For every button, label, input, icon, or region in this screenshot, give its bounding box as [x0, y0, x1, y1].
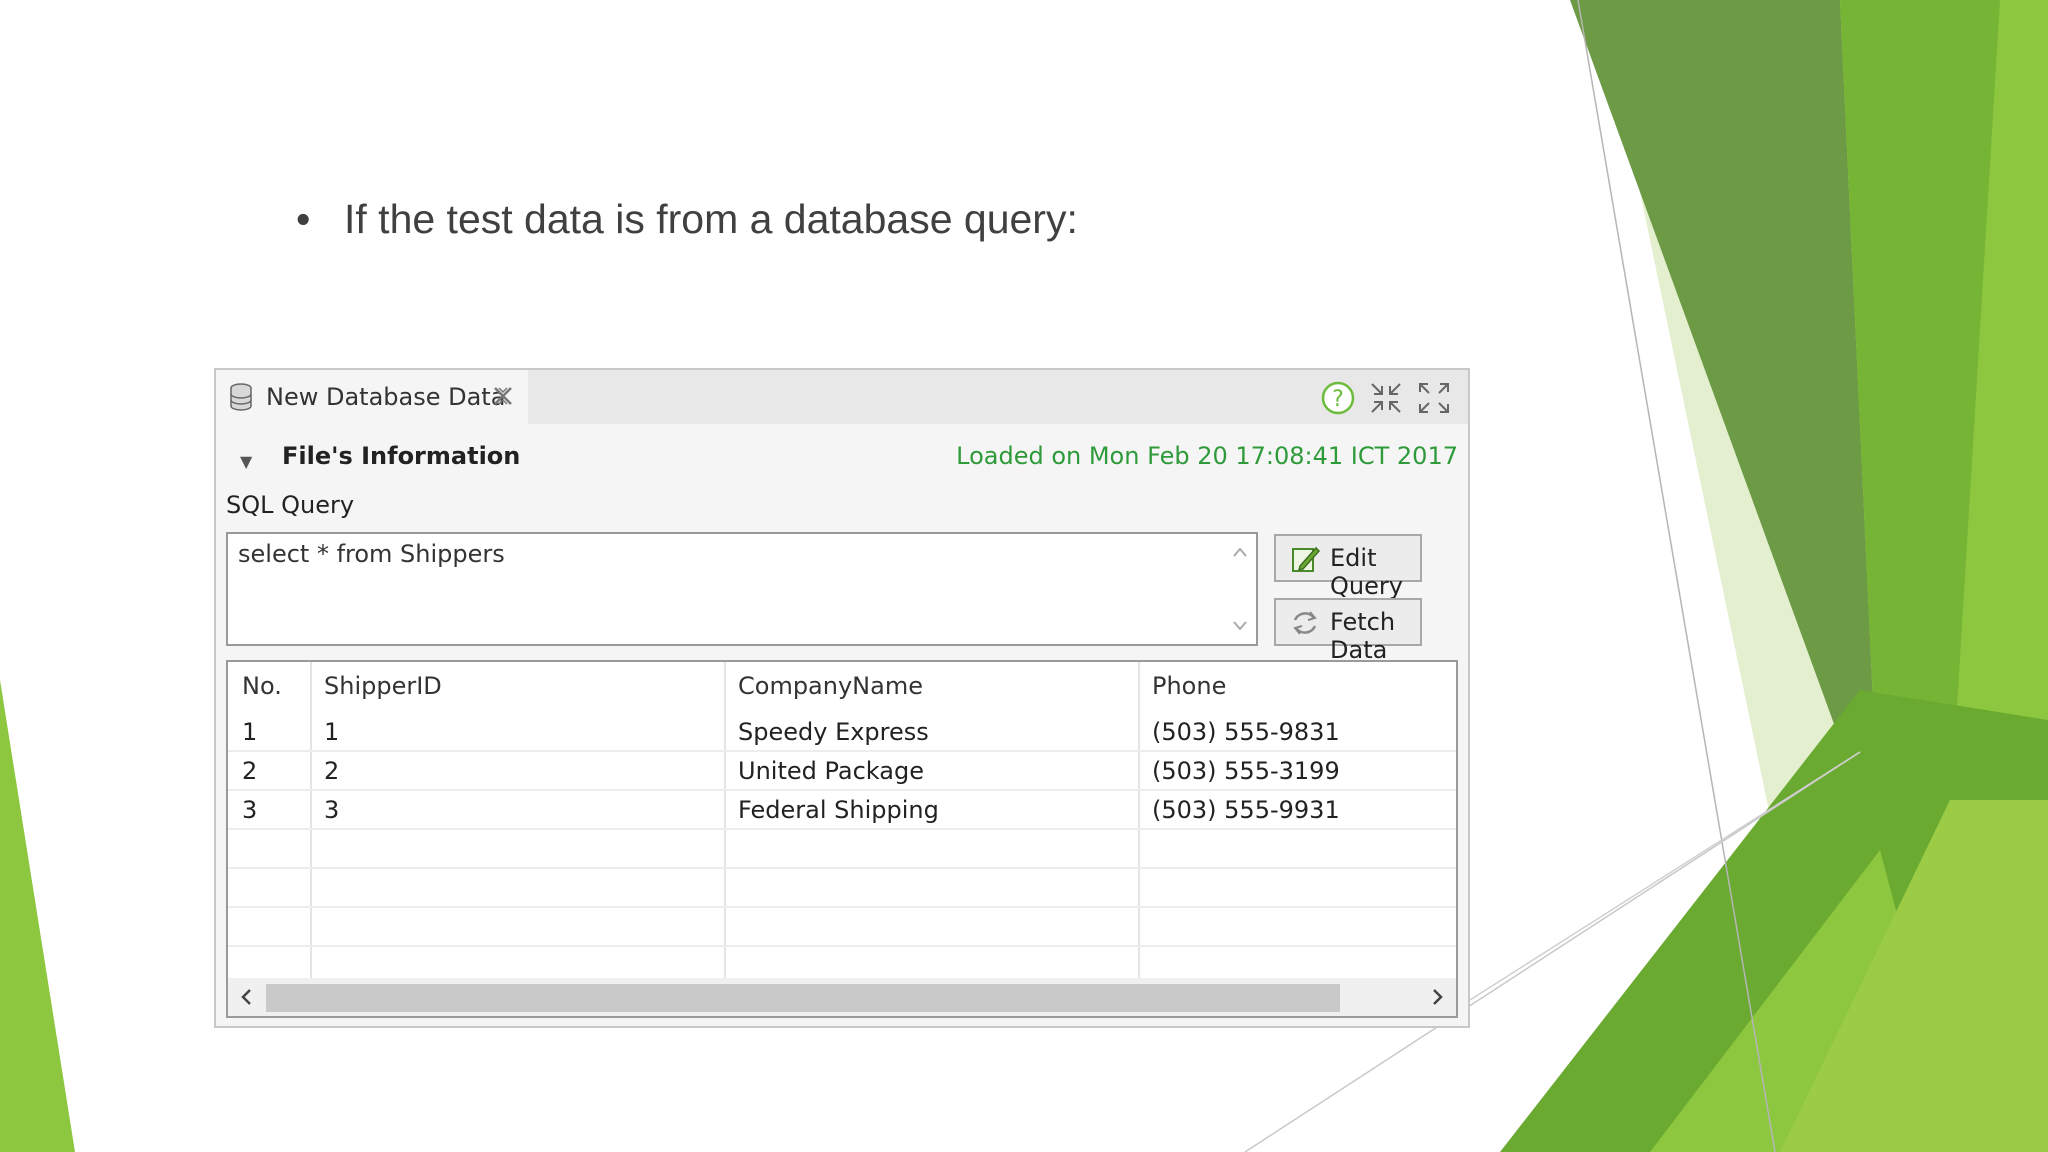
row-divider	[228, 750, 1456, 752]
data-table: No. ShipperID CompanyName Phone 1 1 Spee…	[226, 660, 1458, 1018]
table-cell[interactable]: (503) 555-3199	[1152, 757, 1340, 785]
row-divider	[228, 867, 1456, 869]
sql-scrollbar[interactable]	[1224, 534, 1256, 644]
table-cell[interactable]: 1	[242, 718, 257, 746]
table-cell[interactable]: (503) 555-9931	[1152, 796, 1340, 824]
scroll-left-icon[interactable]	[234, 984, 260, 1010]
table-cell[interactable]: 3	[242, 796, 257, 824]
table-cell[interactable]: 2	[242, 757, 257, 785]
row-divider	[228, 945, 1456, 947]
bullet-text: If the test data is from a database quer…	[344, 196, 1078, 242]
edit-icon	[1292, 546, 1320, 572]
column-header-companyname[interactable]: CompanyName	[738, 672, 923, 700]
close-icon[interactable]	[490, 383, 516, 409]
database-data-panel: New Database Data ? ▼ File's Information…	[214, 368, 1470, 1028]
table-cell[interactable]: Federal Shipping	[738, 796, 939, 824]
table-cell[interactable]: 1	[324, 718, 339, 746]
edit-query-label: Edit Query	[1330, 544, 1403, 600]
tab-bar: New Database Data ?	[216, 370, 1468, 424]
sql-query-text: select * from Shippers	[238, 540, 505, 568]
refresh-icon	[1293, 611, 1317, 635]
fetch-data-label: Fetch Data	[1330, 608, 1396, 664]
tab-title: New Database Data	[266, 383, 506, 411]
column-header-no[interactable]: No.	[242, 672, 282, 700]
fetch-data-button[interactable]: Fetch Data	[1274, 598, 1422, 664]
table-cell[interactable]: 3	[324, 796, 339, 824]
sql-query-label: SQL Query	[226, 491, 355, 519]
column-header-shipperid[interactable]: ShipperID	[324, 672, 442, 700]
sql-query-input[interactable]: select * from Shippers	[226, 532, 1258, 646]
slide-bullet: • If the test data is from a database que…	[296, 196, 1078, 243]
section-collapse-toggle[interactable]: ▼	[240, 452, 252, 471]
tab-new-database-data[interactable]: New Database Data	[216, 370, 528, 424]
bullet-symbol: •	[296, 196, 311, 242]
column-divider	[310, 662, 312, 978]
database-icon	[230, 383, 252, 411]
table-cell[interactable]: United Package	[738, 757, 924, 785]
maximize-icon[interactable]	[1416, 380, 1452, 416]
scrollbar-thumb[interactable]	[266, 984, 1340, 1012]
column-divider	[1138, 662, 1140, 978]
edit-query-button[interactable]: Edit Query	[1274, 534, 1422, 600]
column-divider	[724, 662, 726, 978]
table-cell[interactable]: (503) 555-9831	[1152, 718, 1340, 746]
horizontal-scrollbar[interactable]	[228, 978, 1456, 1016]
svg-text:?: ?	[1332, 387, 1344, 412]
row-divider	[228, 906, 1456, 908]
scroll-right-icon[interactable]	[1424, 984, 1450, 1010]
row-divider	[228, 789, 1456, 791]
row-divider	[228, 828, 1456, 830]
table-cell[interactable]: 2	[324, 757, 339, 785]
table-cell[interactable]: Speedy Express	[738, 718, 929, 746]
help-icon[interactable]: ?	[1320, 380, 1356, 416]
minimize-icon[interactable]	[1368, 380, 1404, 416]
section-title: File's Information	[282, 442, 521, 470]
loaded-timestamp: Loaded on Mon Feb 20 17:08:41 ICT 2017	[956, 442, 1458, 470]
column-header-phone[interactable]: Phone	[1152, 672, 1226, 700]
